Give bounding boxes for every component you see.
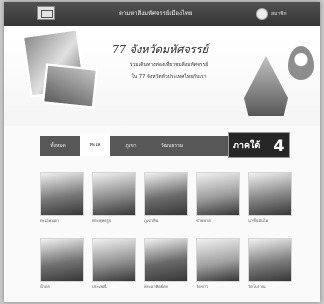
photo-card[interactable]: ชายหาด xyxy=(196,172,240,224)
photo-thumbnail[interactable] xyxy=(144,238,188,282)
photo-thumbnail[interactable] xyxy=(144,172,188,216)
photo-caption: ประเพณี xyxy=(92,284,107,289)
photo-thumbnail[interactable] xyxy=(248,238,292,282)
banner-title: 77 จังหวัดมหัศจรรย์ xyxy=(112,43,209,56)
photo-card[interactable]: นาขั้นบันได xyxy=(248,172,292,224)
region-counter-badge: ภาคใต้ 4 xyxy=(228,132,290,158)
user-avatar-icon[interactable] xyxy=(256,8,268,20)
photo-thumbnail[interactable] xyxy=(196,172,240,216)
region-count: 4 xyxy=(273,136,285,155)
tab-sea[interactable]: ทะเล xyxy=(80,134,110,156)
photo-thumbnail[interactable] xyxy=(196,238,240,282)
user-name[interactable]: สมาชิก xyxy=(271,9,301,19)
photo-thumbnail[interactable] xyxy=(40,238,84,282)
photo-card[interactable]: ทะเลหมอก xyxy=(40,172,84,224)
page: ตามหาสิ่งมหัศจรรย์เมืองไทย สมาชิก 77 จัง… xyxy=(4,2,320,302)
banner-description: ร่วมเดินทางท่องเที่ยวชมสิ่งมหัศจรรย์ xyxy=(129,62,209,68)
photo-thumbnail[interactable] xyxy=(92,172,136,216)
photo-thumbnail[interactable] xyxy=(248,172,292,216)
tab-all[interactable]: ทั้งหมด xyxy=(40,136,76,156)
site-logo[interactable] xyxy=(37,6,55,20)
photo-caption: ภูเขาหิน xyxy=(144,218,159,223)
top-navigation-bar: ตามหาสิ่งมหัศจรรย์เมืองไทย สมาชิก xyxy=(4,2,320,26)
photo-caption: พระพุทธรูป xyxy=(92,218,112,223)
photo-caption: วัดขาว xyxy=(196,284,209,289)
photo-card[interactable]: ภูเขาหิน xyxy=(144,172,188,224)
photo-caption: นาขั้นบันได xyxy=(248,218,269,223)
banner-description: ใน 77 จังหวัดทั่วประเทศไทยกับเรา xyxy=(131,74,207,80)
photo-caption: วัดโบราณ xyxy=(248,284,266,289)
photo-thumbnail[interactable] xyxy=(40,172,84,216)
site-name[interactable]: ตามหาสิ่งมหัศจรรย์เมืองไทย xyxy=(119,9,237,19)
photo-card[interactable]: วัดโบราณ xyxy=(248,238,292,290)
hero-banner: 77 จังหวัดมหัศจรรย์ ร่วมเดินทางท่องเที่ย… xyxy=(4,26,320,126)
photo-caption: ทะเลหมอก xyxy=(40,218,59,223)
tab-mountain[interactable]: ภูเขา xyxy=(114,136,148,156)
banner-photo xyxy=(42,63,98,109)
photo-card[interactable]: น้ำตก xyxy=(40,238,84,290)
photo-caption: น้ำตก xyxy=(40,284,50,289)
photo-thumbnail[interactable] xyxy=(92,238,136,282)
region-label: ภาคใต้ xyxy=(233,141,261,151)
tab-culture[interactable]: วัฒนธรรม xyxy=(150,136,194,156)
photo-caption: พระอาทิตย์ตก xyxy=(144,284,169,289)
photo-card[interactable]: พระอาทิตย์ตก xyxy=(144,238,188,290)
location-pin-icon xyxy=(288,46,314,80)
photo-caption: ชายหาด xyxy=(196,218,211,223)
longtail-boat-image xyxy=(244,56,288,116)
photo-card[interactable]: พระพุทธรูป xyxy=(92,172,136,224)
photo-card[interactable]: ประเพณี xyxy=(92,238,136,290)
photo-card[interactable]: วัดขาว xyxy=(196,238,240,290)
category-tabs: ทั้งหมด ทะเล ภูเขา วัฒนธรรม ภาคใต้ 4 xyxy=(40,132,290,158)
